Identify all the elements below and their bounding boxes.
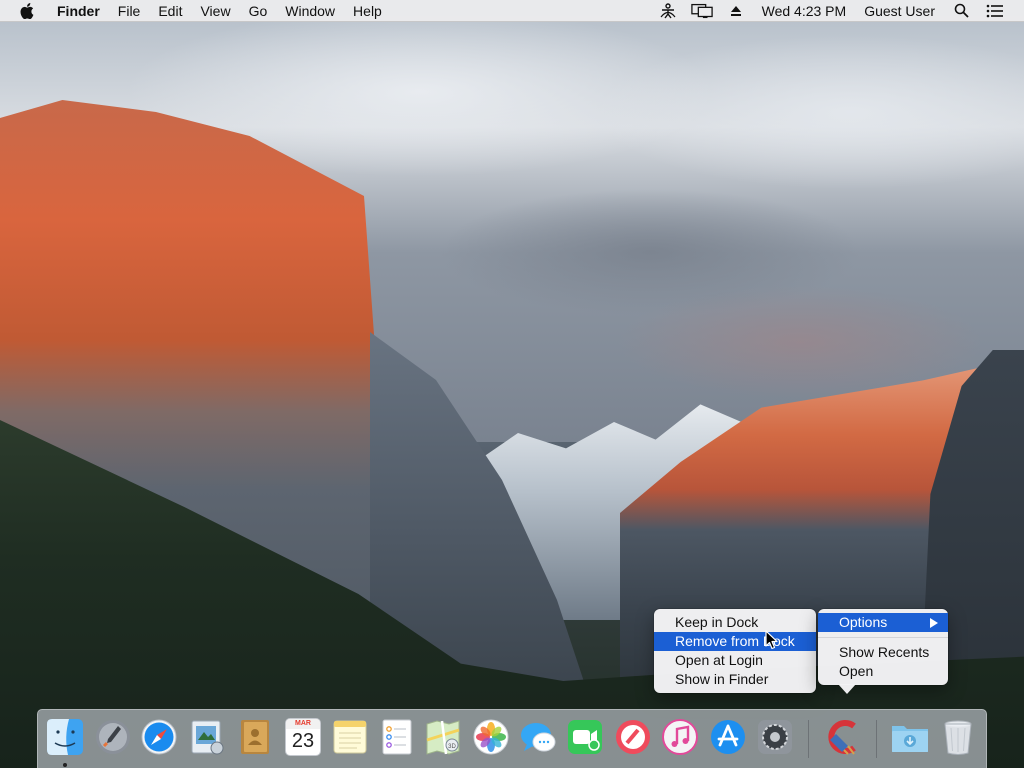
- contacts-icon[interactable]: [235, 717, 275, 757]
- finder-icon[interactable]: [45, 717, 85, 767]
- app-store-icon[interactable]: [708, 717, 748, 757]
- menu-separator: [818, 637, 948, 638]
- menu-item-options-label: Options: [839, 614, 888, 630]
- apple-icon[interactable]: [0, 2, 48, 19]
- launchpad-icon[interactable]: [93, 717, 133, 757]
- trash-icon[interactable]: [938, 717, 978, 757]
- display-mirroring-icon[interactable]: [690, 0, 713, 22]
- notification-center-icon[interactable]: [984, 0, 1006, 22]
- menu-clock[interactable]: Wed 4:23 PM: [753, 0, 856, 22]
- svg-text:3D: 3D: [448, 744, 456, 750]
- menu-item-open[interactable]: Open: [818, 662, 948, 681]
- mouse-cursor-icon: [765, 630, 778, 650]
- menu-view[interactable]: View: [191, 0, 239, 22]
- dock-separator: [808, 720, 809, 758]
- menu-window[interactable]: Window: [276, 0, 344, 22]
- notes-icon[interactable]: [330, 717, 370, 757]
- menu-file[interactable]: File: [109, 0, 150, 22]
- dock-icon-menu: Options Show Recents Open: [818, 609, 948, 694]
- menu-bar: Finder File Edit View Go Window Help Wed…: [0, 0, 1024, 22]
- dock-separator: [876, 720, 877, 758]
- dock: MAR 23 3D: [37, 709, 987, 768]
- submenu-arrow-icon: [930, 618, 938, 628]
- menu-item-show-in-finder[interactable]: Show in Finder: [654, 670, 816, 689]
- safari-icon[interactable]: [139, 717, 179, 757]
- calendar-month: MAR: [286, 719, 320, 729]
- accessibility-icon[interactable]: [657, 0, 679, 22]
- eject-icon[interactable]: [725, 0, 747, 22]
- messages-icon[interactable]: [518, 717, 558, 757]
- menu-item-options[interactable]: Options: [818, 613, 948, 632]
- news-icon[interactable]: [613, 717, 653, 757]
- itunes-icon[interactable]: [660, 717, 700, 757]
- ccleaner-icon[interactable]: [823, 717, 863, 757]
- calendar-day: 23: [291, 730, 315, 752]
- facetime-icon[interactable]: [565, 717, 605, 757]
- maps-icon[interactable]: 3D: [423, 717, 463, 757]
- dock-context-menu: Keep in Dock Remove from Dock Open at Lo…: [654, 609, 816, 693]
- menu-item-remove-from-dock[interactable]: Remove from Dock: [654, 632, 816, 651]
- menu-item-show-recents[interactable]: Show Recents: [818, 643, 948, 662]
- calendar-icon[interactable]: MAR 23: [283, 717, 323, 757]
- desktop[interactable]: Finder File Edit View Go Window Help Wed…: [0, 0, 1024, 768]
- running-indicator: [63, 763, 67, 767]
- reminders-icon[interactable]: [377, 717, 417, 757]
- menu-item-open-at-login[interactable]: Open at Login: [654, 651, 816, 670]
- mail-icon[interactable]: [187, 717, 227, 757]
- spotlight-search-icon[interactable]: [950, 0, 972, 22]
- menu-user[interactable]: Guest User: [855, 0, 944, 22]
- menu-go[interactable]: Go: [240, 0, 277, 22]
- menu-help[interactable]: Help: [344, 0, 391, 22]
- menu-app-finder[interactable]: Finder: [48, 0, 109, 22]
- system-preferences-icon[interactable]: [755, 717, 795, 757]
- downloads-folder-icon[interactable]: [890, 717, 930, 757]
- menu-edit[interactable]: Edit: [149, 0, 191, 22]
- menu-item-keep-in-dock[interactable]: Keep in Dock: [654, 613, 816, 632]
- photos-icon[interactable]: [471, 717, 511, 757]
